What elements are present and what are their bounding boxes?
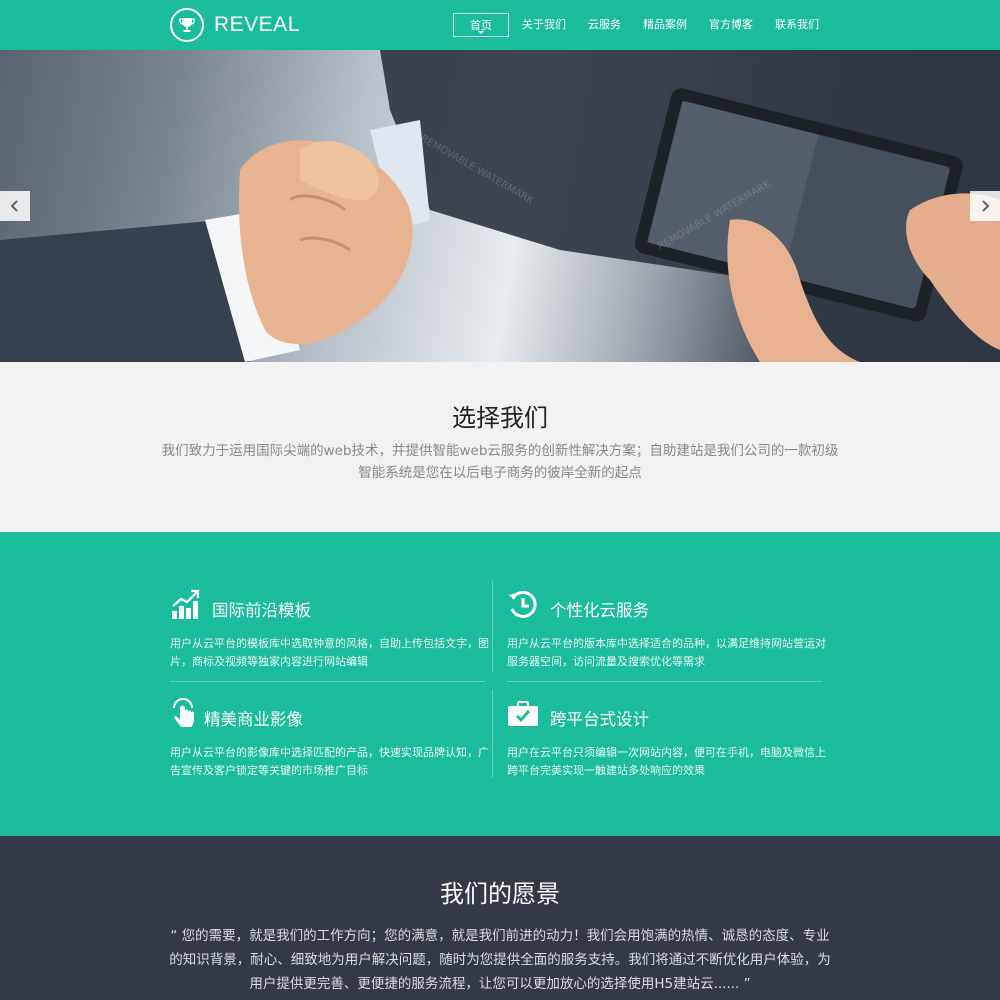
choose-us-section: 选择我们 我们致力于运用国际尖端的web技术，并提供智能web云服务的创新性解决…: [0, 362, 1000, 532]
feature-text: 用户在云平台只须编辑一次网站内容，便可在手机，电脑及微信上跨平台完美实现一触建站…: [507, 746, 826, 777]
choose-us-text: 我们致力于运用国际尖端的web技术，并提供智能web云服务的创新性解决方案；自助…: [161, 443, 839, 481]
chevron-left-icon: [10, 197, 20, 216]
feature-title: 跨平台式设计: [550, 710, 649, 729]
main-nav: 首页 关于我们 云服务 精品案例 官方博客 联系我们: [453, 0, 830, 50]
history-clock-icon: [507, 589, 539, 621]
nav-about[interactable]: 关于我们: [511, 13, 577, 37]
feature-divider: [492, 690, 493, 778]
nav-blog[interactable]: 官方博客: [698, 13, 764, 37]
chart-growth-icon: [170, 589, 202, 621]
banner-next-button[interactable]: [970, 191, 1000, 221]
vision-title: 我们的愿景: [440, 880, 560, 908]
nav-contact[interactable]: 联系我们: [764, 13, 830, 37]
nav-cloud-service[interactable]: 云服务: [577, 13, 632, 37]
handshake-photo: REMOVABLE WATERMARK REMOVABLE WATERMARK: [0, 50, 1000, 362]
touch-hand-icon: [170, 698, 202, 730]
feature-title: 精美商业影像: [204, 710, 303, 729]
feature-divider: [492, 580, 493, 672]
feature-text: 用户从云平台的影像库中选择匹配的产品，快速实现品牌认知，广告宣传及客户锁定等关键…: [170, 746, 489, 777]
vision-text: “ 您的需要，就是我们的工作方向；您的满意，就是我们前进的动力！我们会用饱满的热…: [169, 928, 831, 992]
feature-text: 用户从云平台的版本库中选择适合的品种，以满足维持网站营运对服务器空间，访问流量及…: [507, 637, 826, 668]
feature-divider: [507, 681, 822, 682]
feature-text: 用户从云平台的模板库中选取钟意的风格，自助上传包括文字，图片，商标及视频等独家内…: [170, 637, 489, 668]
briefcase-check-icon: [507, 698, 539, 730]
features-section: 国际前沿模板 用户从云平台的模板库中选取钟意的风格，自助上传包括文字，图片，商标…: [0, 532, 1000, 836]
top-navbar: REVEAL 首页 关于我们 云服务 精品案例 官方博客 联系我们: [0, 0, 1000, 50]
chevron-right-icon: [980, 197, 990, 216]
brand-logo[interactable]: REVEAL: [170, 8, 300, 42]
feature-title: 个性化云服务: [550, 601, 649, 620]
banner-prev-button[interactable]: [0, 191, 30, 221]
choose-us-title: 选择我们: [452, 404, 548, 432]
feature-title: 国际前沿模板: [212, 601, 311, 620]
vision-section: 我们的愿景 “ 您的需要，就是我们的工作方向；您的满意，就是我们前进的动力！我们…: [0, 836, 1000, 1000]
brand-name: REVEAL: [214, 13, 300, 36]
hero-banner: REMOVABLE WATERMARK REMOVABLE WATERMARK: [0, 50, 1000, 362]
nav-home[interactable]: 首页: [453, 13, 509, 37]
trophy-icon: [170, 8, 204, 42]
nav-cases[interactable]: 精品案例: [632, 13, 698, 37]
feature-divider: [170, 681, 485, 682]
